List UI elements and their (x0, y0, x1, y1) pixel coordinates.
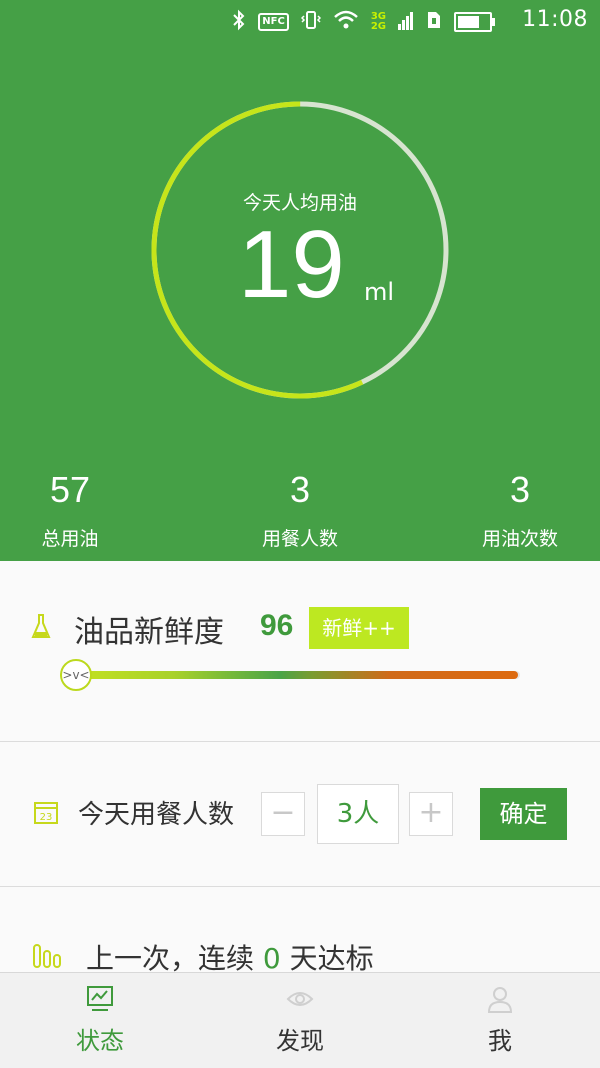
stat-value: 3 (289, 469, 311, 510)
wifi-icon (333, 10, 359, 34)
stat-value: 57 (49, 469, 91, 510)
vibrate-icon (300, 9, 321, 35)
stat-value: 3 (509, 469, 531, 510)
chart-icon (86, 985, 114, 1013)
stat-oil-times: 3 用油次数 (440, 466, 600, 551)
nav-label: 我 (488, 1027, 512, 1055)
oil-usage-hero: 今天人均用油 19 ml 57 总用油 3 用餐人数 3 用油次数 (0, 44, 600, 561)
flask-icon (30, 613, 52, 641)
bottom-nav: 状态 发现 我 (0, 972, 600, 1068)
eye-icon (286, 985, 314, 1013)
diners-count-field[interactable]: 3人 (317, 784, 399, 844)
stat-diners: 3 用餐人数 (220, 466, 380, 551)
streak-count: 0 (262, 942, 281, 975)
freshness-bar (60, 671, 518, 679)
freshness-card: 油品新鲜度 96 新鲜++ >v< (0, 561, 600, 742)
battery-level (458, 16, 479, 28)
oil-ring-gauge: 今天人均用油 19 ml (150, 100, 450, 400)
nav-discover[interactable]: 发现 (200, 973, 400, 1068)
freshness-title: 油品新鲜度 (74, 615, 224, 650)
network-type: 3G 2G (371, 12, 386, 32)
stat-total-oil: 57 总用油 (0, 466, 150, 551)
freshness-indicator-face: >v< (60, 659, 92, 691)
battery-icon (454, 12, 495, 32)
increase-button[interactable]: + (409, 792, 453, 836)
network-2g: 2G (370, 21, 386, 32)
streak-prefix: 上一次，连续 (86, 942, 263, 975)
streak-text: 上一次，连续 0 天达标 (86, 937, 374, 977)
decrease-button[interactable]: − (261, 792, 305, 836)
streak-suffix: 天达标 (280, 942, 374, 975)
ring-value: 19 (238, 211, 345, 318)
confirm-button[interactable]: 确定 (480, 788, 567, 840)
sim-icon (426, 10, 442, 34)
person-icon (486, 985, 514, 1013)
stat-label: 总用油 (41, 528, 99, 550)
nav-me[interactable]: 我 (400, 973, 600, 1068)
bars-icon (33, 941, 61, 969)
signal-icon (398, 10, 414, 34)
nfc-icon: NFC (258, 13, 289, 31)
bluetooth-icon (232, 9, 246, 35)
stats-row: 57 总用油 3 用餐人数 3 用油次数 (0, 466, 600, 556)
calendar-icon: 23 (34, 800, 58, 824)
calendar-day: 23 (40, 812, 53, 823)
freshness-score: 96 (260, 609, 294, 642)
nav-label: 状态 (76, 1027, 124, 1055)
status-time: 11:08 (522, 7, 588, 32)
nav-label: 发现 (276, 1027, 324, 1055)
stat-label: 用油次数 (481, 528, 558, 550)
diners-card: 23 今天用餐人数 − 3人 + 确定 (0, 742, 600, 887)
status-bar: NFC 3G 2G 11:08 (0, 0, 600, 44)
nav-status[interactable]: 状态 (0, 973, 200, 1068)
ring-unit: ml (364, 278, 395, 306)
status-icons: NFC 3G 2G (232, 8, 495, 36)
stat-label: 用餐人数 (261, 528, 338, 550)
diners-title: 今天用餐人数 (78, 800, 235, 830)
freshness-badge: 新鲜++ (309, 607, 409, 649)
